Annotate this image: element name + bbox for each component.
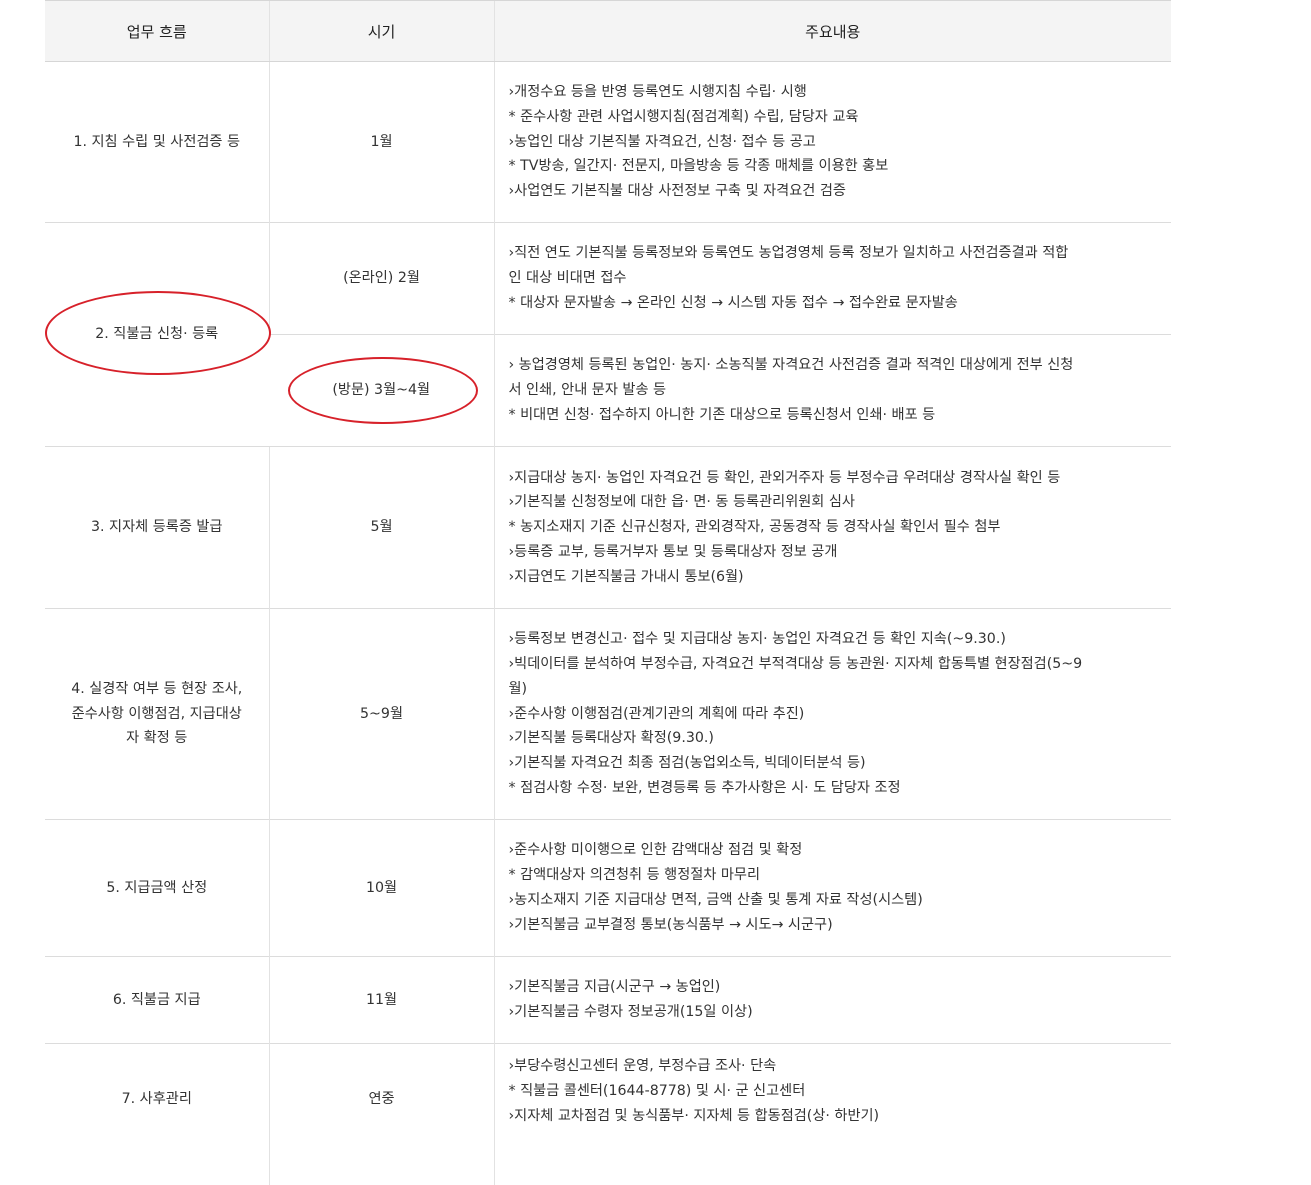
period-cell: 연중 [269, 1044, 494, 1185]
stage-line: 자 확정 등 [57, 726, 257, 751]
table-row: 6. 직불금 지급 11월 ›기본직불금 지급(시군구 → 농업인) ›기본직불… [45, 957, 1171, 1044]
table-row: 4. 실경작 여부 등 현장 조사, 준수사항 이행점검, 지급대상 자 확정 … [45, 609, 1171, 820]
content-line: ›등록증 교부, 등록거부자 통보 및 등록대상자 정보 공개 [509, 540, 1158, 565]
table-row: 1. 지침 수립 및 사전검증 등 1월 ›개정수요 등을 반영 등록연도 시행… [45, 62, 1171, 223]
content-cell: ›등록정보 변경신고· 접수 및 지급대상 농지· 농업인 자격요건 등 확인 … [494, 609, 1171, 820]
content-cell: ›개정수요 등을 반영 등록연도 시행지침 수립· 시행 * 준수사항 관련 사… [494, 62, 1171, 223]
content-line: * 비대면 신청· 접수하지 아니한 기존 대상으로 등록신청서 인쇄· 배포 … [509, 403, 1158, 428]
header-period: 시기 [269, 1, 494, 62]
content-cell: ›준수사항 미이행으로 인한 감액대상 점검 및 확정 * 감액대상자 의견청취… [494, 820, 1171, 957]
content-line: * 대상자 문자발송 → 온라인 신청 → 시스템 자동 접수 → 접수완료 문… [509, 291, 1158, 316]
content-line: ›기본직불금 교부결정 통보(농식품부 → 시도→ 시군구) [509, 913, 1158, 938]
stage-cell: 1. 지침 수립 및 사전검증 등 [45, 62, 269, 223]
stage-cell: 4. 실경작 여부 등 현장 조사, 준수사항 이행점검, 지급대상 자 확정 … [45, 609, 269, 820]
content-cell: ›직전 연도 기본직불 등록정보와 등록연도 농업경영체 등록 정보가 일치하고… [494, 223, 1171, 335]
content-line: ›지급대상 농지· 농업인 자격요건 등 확인, 관외거주자 등 부정수급 우려… [509, 466, 1158, 491]
period-cell: 1월 [269, 62, 494, 223]
content-line: 월) [509, 677, 1158, 702]
content-line: ›농업인 대상 기본직불 자격요건, 신청· 접수 등 공고 [509, 130, 1158, 155]
content-line: * 농지소재지 기준 신규신청자, 관외경작자, 공동경작 등 경작사실 확인서… [509, 515, 1158, 540]
content-line: ›기본직불 신청정보에 대한 읍· 면· 동 등록관리위원회 심사 [509, 490, 1158, 515]
content-line: ›준수사항 미이행으로 인한 감액대상 점검 및 확정 [509, 838, 1158, 863]
content-line: ›농지소재지 기준 지급대상 면적, 금액 산출 및 통계 자료 작성(시스템) [509, 888, 1158, 913]
content-line: ›직전 연도 기본직불 등록정보와 등록연도 농업경영체 등록 정보가 일치하고… [509, 241, 1158, 266]
content-cell: ›지급대상 농지· 농업인 자격요건 등 확인, 관외거주자 등 부정수급 우려… [494, 447, 1171, 609]
content-cell: ›기본직불금 지급(시군구 → 농업인) ›기본직불금 수령자 정보공개(15일… [494, 957, 1171, 1044]
workflow-table: 업무 흐름 시기 주요내용 1. 지침 수립 및 사전검증 등 1월 ›개정수요… [45, 0, 1171, 1185]
stage-cell: 3. 지자체 등록증 발급 [45, 447, 269, 609]
content-line: ›기본직불 자격요건 최종 점검(농업외소득, 빅데이터분석 등) [509, 751, 1158, 776]
content-line: * 점검사항 수정· 보완, 변경등록 등 추가사항은 시· 도 담당자 조정 [509, 776, 1158, 801]
content-line: › 농업경영체 등록된 농업인· 농지· 소농직불 자격요건 사전검증 결과 적… [509, 353, 1158, 378]
table-header-row: 업무 흐름 시기 주요내용 [45, 1, 1171, 62]
stage-cell: 2. 직불금 신청· 등록 [45, 223, 269, 447]
period-cell: (방문) 3월~4월 [269, 335, 494, 447]
content-line: * TV방송, 일간지· 전문지, 마을방송 등 각종 매체를 이용한 홍보 [509, 154, 1158, 179]
stage-cell: 5. 지급금액 산정 [45, 820, 269, 957]
stage-cell: 7. 사후관리 [45, 1044, 269, 1185]
content-line: * 직불금 콜센터(1644-8778) 및 시· 군 신고센터 [509, 1079, 1158, 1104]
header-content: 주요내용 [494, 1, 1171, 62]
content-line: * 감액대상자 의견청취 등 행정절차 마무리 [509, 863, 1158, 888]
content-line: ›사업연도 기본직불 대상 사전정보 구축 및 자격요건 검증 [509, 179, 1158, 204]
content-line: ›지자체 교차점검 및 농식품부· 지자체 등 합동점검(상· 하반기) [509, 1104, 1158, 1129]
table-row: 3. 지자체 등록증 발급 5월 ›지급대상 농지· 농업인 자격요건 등 확인… [45, 447, 1171, 609]
content-line: ›기본직불금 지급(시군구 → 농업인) [509, 975, 1158, 1000]
content-line: ›부당수령신고센터 운영, 부정수급 조사· 단속 [509, 1054, 1158, 1079]
table-row: 2. 직불금 신청· 등록 (온라인) 2월 ›직전 연도 기본직불 등록정보와… [45, 223, 1171, 335]
content-line: 서 인쇄, 안내 문자 발송 등 [509, 378, 1158, 403]
content-line: ›빅데이터를 분석하여 부정수급, 자격요건 부적격대상 등 농관원· 지자체 … [509, 652, 1158, 677]
content-line: * 준수사항 관련 사업시행지침(점검계획) 수립, 담당자 교육 [509, 105, 1158, 130]
period-cell: 5~9월 [269, 609, 494, 820]
content-line: ›기본직불금 수령자 정보공개(15일 이상) [509, 1000, 1158, 1025]
period-cell: 10월 [269, 820, 494, 957]
table-row: 7. 사후관리 연중 ›부당수령신고센터 운영, 부정수급 조사· 단속 * 직… [45, 1044, 1171, 1185]
content-line: 인 대상 비대면 접수 [509, 266, 1158, 291]
header-workflow: 업무 흐름 [45, 1, 269, 62]
stage-cell: 6. 직불금 지급 [45, 957, 269, 1044]
content-line: ›지급연도 기본직불금 가내시 통보(6월) [509, 565, 1158, 590]
content-line: ›준수사항 이행점검(관계기관의 계획에 따라 추진) [509, 702, 1158, 727]
content-cell: ›부당수령신고센터 운영, 부정수급 조사· 단속 * 직불금 콜센터(1644… [494, 1044, 1171, 1185]
content-line: ›기본직불 등록대상자 확정(9.30.) [509, 726, 1158, 751]
content-line: ›개정수요 등을 반영 등록연도 시행지침 수립· 시행 [509, 80, 1158, 105]
stage-line: 준수사항 이행점검, 지급대상 [57, 702, 257, 727]
period-cell: 5월 [269, 447, 494, 609]
content-line: ›등록정보 변경신고· 접수 및 지급대상 농지· 농업인 자격요건 등 확인 … [509, 627, 1158, 652]
table-row: 5. 지급금액 산정 10월 ›준수사항 미이행으로 인한 감액대상 점검 및 … [45, 820, 1171, 957]
content-cell: › 농업경영체 등록된 농업인· 농지· 소농직불 자격요건 사전검증 결과 적… [494, 335, 1171, 447]
stage-line: 4. 실경작 여부 등 현장 조사, [57, 677, 257, 702]
period-cell: 11월 [269, 957, 494, 1044]
period-cell: (온라인) 2월 [269, 223, 494, 335]
